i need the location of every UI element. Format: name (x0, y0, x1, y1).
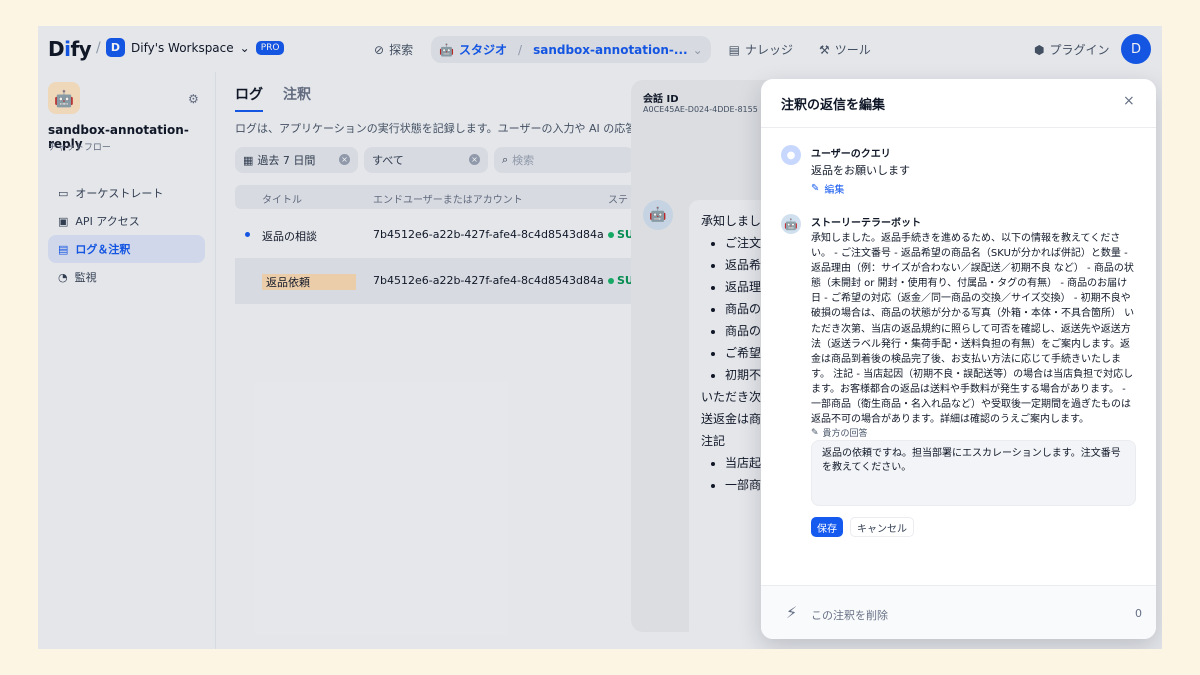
close-icon[interactable]: × (1123, 93, 1135, 109)
delete-annotation-button[interactable]: この注釈を削除 (811, 607, 888, 623)
reply-label-text: 貴方の回答 (822, 429, 868, 439)
reply-label: ✎ 貴方の回答 (811, 426, 868, 440)
bot-label: ストーリーテラーボット (811, 218, 921, 229)
save-button[interactable]: 保存 (811, 517, 843, 537)
edit-annotation-modal: 注釈の返信を編集 × ● ユーザーのクエリ 返品をお願いします ✎ 編集 🤖 ス… (761, 79, 1156, 639)
delete-annotation-icon[interactable]: ⚡ (786, 603, 797, 622)
query-text: 返品をお願いします (811, 164, 910, 177)
reply-textarea[interactable]: 返品の依頼ですね。担当部署にエスカレーションします。注文番号を教えてください。 (811, 440, 1136, 506)
divider (761, 127, 1156, 128)
user-avatar-icon: ● (781, 145, 801, 165)
edit-query-button[interactable]: ✎ 編集 (811, 181, 844, 196)
bot-avatar-icon: 🤖 (781, 214, 801, 234)
pencil-icon: ✎ (811, 427, 819, 438)
pencil-icon: ✎ (811, 183, 820, 194)
bot-answer: 承知しました。返品手続きを進めるため、以下の情報を教えてください。 - ご注文番… (811, 233, 1135, 426)
modal-title: 注釈の返信を編集 (781, 98, 886, 113)
query-label: ユーザーのクエリ (811, 149, 891, 160)
app-window: Dify / D Dify's Workspace ⌄ PRO ⊘ 探索 🤖 ス… (38, 26, 1162, 649)
hit-count: 0 (1135, 607, 1142, 620)
modal-footer: ⚡ この注釈を削除 0 (761, 585, 1156, 639)
edit-label: 編集 (824, 185, 845, 196)
cancel-button[interactable]: キャンセル (850, 517, 914, 537)
